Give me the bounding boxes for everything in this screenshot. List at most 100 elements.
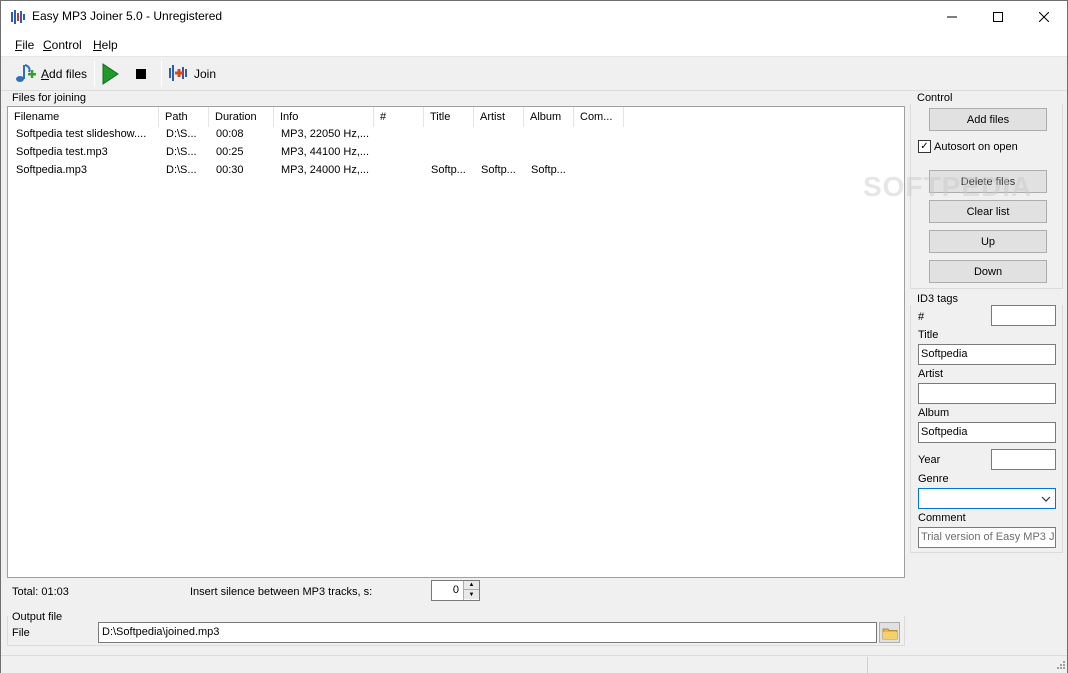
app-window: Easy MP3 Joiner 5.0 - Unregistered File … <box>0 0 1068 673</box>
column-header-title[interactable]: Title <box>424 107 474 127</box>
close-button[interactable] <box>1021 1 1067 32</box>
title-input[interactable]: Softpedia <box>918 344 1056 365</box>
year-label: Year <box>918 454 941 466</box>
delete-files-button[interactable]: Delete files <box>929 170 1047 193</box>
toolbar-add-files-label: Add files <box>41 67 88 81</box>
silence-label: Insert silence between MP3 tracks, s: <box>190 586 373 598</box>
cell-info: MP3, 22050 Hz,... <box>281 128 370 140</box>
cell-album: Softp... <box>531 164 566 176</box>
column-header-artist[interactable]: Artist <box>474 107 524 127</box>
join-icon <box>168 62 190 87</box>
output-file-label: File <box>12 627 30 639</box>
cell-artist: Softp... <box>481 164 516 176</box>
output-group-label: Output file <box>12 611 63 623</box>
column-header-comment[interactable]: Com... <box>574 107 624 127</box>
cell-path: D:\S... <box>166 128 197 140</box>
column-header-path[interactable]: Path <box>159 107 209 127</box>
title-bar: Easy MP3 Joiner 5.0 - Unregistered <box>1 1 1067 33</box>
list-header: Filename Path Duration Info # Title Arti… <box>8 107 904 127</box>
spinner-down-button[interactable]: ▼ <box>464 590 479 599</box>
table-row[interactable]: Softpedia test slideshow.... D:\S... 00:… <box>8 126 904 144</box>
add-files-icon <box>13 62 37 87</box>
cell-path: D:\S... <box>166 164 197 176</box>
autosort-label: Autosort on open <box>934 140 1018 153</box>
output-file-input[interactable]: D:\Softpedia\joined.mp3 <box>98 622 877 643</box>
stop-button[interactable] <box>135 60 151 88</box>
cell-filename: Softpedia.mp3 <box>16 164 87 176</box>
table-row[interactable]: Softpedia test.mp3 D:\S... 00:25 MP3, 44… <box>8 144 904 162</box>
cell-info: MP3, 44100 Hz,... <box>281 146 370 158</box>
add-files-button[interactable]: Add files <box>929 108 1047 131</box>
autosort-checkbox-row[interactable]: ✓ Autosort on open <box>918 140 1018 153</box>
album-input[interactable]: Softpedia <box>918 422 1056 443</box>
comment-label: Comment <box>918 512 966 524</box>
files-group-label: Files for joining <box>12 92 86 104</box>
play-icon <box>102 63 119 85</box>
genre-label: Genre <box>918 473 949 485</box>
spinner-up-button[interactable]: ▲ <box>464 581 479 590</box>
cell-duration: 00:25 <box>216 146 244 158</box>
year-input[interactable] <box>991 449 1056 470</box>
artist-input[interactable] <box>918 383 1056 404</box>
status-pane <box>867 657 1057 673</box>
toolbar-add-files-button[interactable]: Add files <box>13 60 91 88</box>
total-duration: Total: 01:03 <box>12 586 69 598</box>
column-header-album[interactable]: Album <box>524 107 574 127</box>
status-bar <box>1 655 1067 673</box>
autosort-checkbox[interactable]: ✓ <box>918 140 931 153</box>
menu-file[interactable]: File <box>15 38 34 52</box>
cell-duration: 00:08 <box>216 128 244 140</box>
window-title: Easy MP3 Joiner 5.0 - Unregistered <box>32 9 223 23</box>
chevron-down-icon <box>1041 493 1051 507</box>
spinner-buttons: ▲ ▼ <box>463 581 479 600</box>
control-group-label: Control <box>917 92 953 104</box>
browse-button[interactable] <box>879 622 900 643</box>
join-button[interactable]: Join <box>168 60 220 88</box>
clear-list-button[interactable]: Clear list <box>929 200 1047 223</box>
cell-filename: Softpedia test slideshow.... <box>16 128 147 140</box>
menu-control[interactable]: Control <box>43 38 82 52</box>
maximize-button[interactable] <box>975 1 1021 32</box>
cell-path: D:\S... <box>166 146 197 158</box>
table-row[interactable]: Softpedia.mp3 D:\S... 00:30 MP3, 24000 H… <box>8 162 904 180</box>
minimize-button[interactable] <box>929 1 975 32</box>
artist-label: Artist <box>918 368 944 380</box>
column-header-info[interactable]: Info <box>274 107 374 127</box>
genre-select[interactable] <box>918 488 1056 509</box>
track-number-input[interactable] <box>991 305 1056 326</box>
down-button[interactable]: Down <box>929 260 1047 283</box>
files-list[interactable]: Filename Path Duration Info # Title Arti… <box>7 106 905 578</box>
toolbar-separator <box>94 61 95 87</box>
toolbar-separator <box>161 61 162 87</box>
close-icon <box>1039 11 1049 22</box>
stop-icon <box>136 69 146 79</box>
comment-input[interactable]: Trial version of Easy MP3 Jo <box>918 527 1056 548</box>
cell-info: MP3, 24000 Hz,... <box>281 164 370 176</box>
play-button[interactable] <box>101 60 123 88</box>
check-icon: ✓ <box>920 140 929 152</box>
menu-help[interactable]: Help <box>93 38 118 52</box>
minimize-icon <box>947 16 957 17</box>
track-number-label: # <box>918 311 925 323</box>
resize-grip-icon[interactable] <box>1055 658 1065 672</box>
menu-bar: File Control Help <box>1 33 1067 57</box>
column-header-number[interactable]: # <box>374 107 424 127</box>
folder-icon <box>882 628 897 639</box>
app-icon <box>10 9 26 25</box>
cell-title: Softp... <box>431 164 466 176</box>
silence-spinner[interactable]: 0 ▲ ▼ <box>431 580 480 601</box>
id3-group-label: ID3 tags <box>917 293 958 305</box>
cell-filename: Softpedia test.mp3 <box>16 146 108 158</box>
album-label: Album <box>918 407 950 419</box>
join-label: Join <box>194 67 217 81</box>
toolbar: Add files Join <box>1 57 1067 91</box>
column-header-filename[interactable]: Filename <box>8 107 159 127</box>
maximize-icon <box>993 11 1003 22</box>
down-arrow-icon: ▼ <box>468 591 475 598</box>
title-label: Title <box>918 329 939 341</box>
column-header-duration[interactable]: Duration <box>209 107 274 127</box>
cell-duration: 00:30 <box>216 164 244 176</box>
up-button[interactable]: Up <box>929 230 1047 253</box>
up-arrow-icon: ▲ <box>468 582 475 588</box>
silence-value: 0 <box>452 584 459 596</box>
